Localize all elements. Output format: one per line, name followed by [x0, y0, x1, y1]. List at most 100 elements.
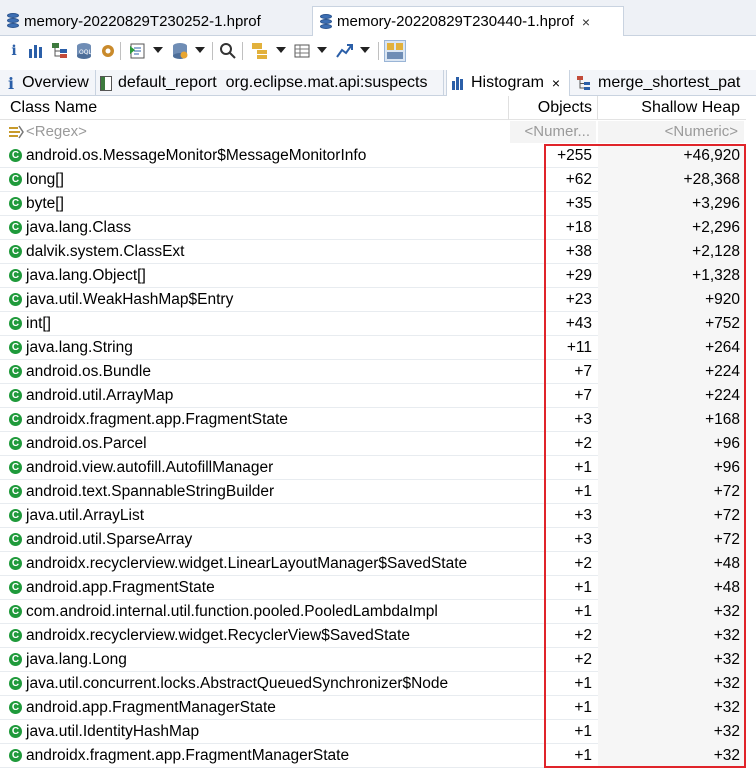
- class-name-cell: android.os.Bundle: [26, 363, 151, 380]
- class-name-filter-input[interactable]: <Regex>: [26, 121, 506, 143]
- table-row[interactable]: Ccom.android.internal.util.function.pool…: [0, 600, 756, 624]
- shallow-heap-cell: +168: [705, 411, 740, 428]
- class-icon: C: [9, 197, 22, 210]
- editor-tab-baseline-hprof[interactable]: memory-20220829T230252-1.hprof: [6, 6, 261, 36]
- table-row[interactable]: Candroid.util.SparseArray +3 +72: [0, 528, 756, 552]
- objects-cell: +29: [565, 267, 592, 284]
- class-name-cell: com.android.internal.util.function.poole…: [26, 603, 438, 620]
- run-report-icon[interactable]: [128, 40, 148, 62]
- table-row[interactable]: Candroidx.recyclerview.widget.LinearLayo…: [0, 552, 756, 576]
- table-row[interactable]: Cint[] +43 +752: [0, 312, 756, 336]
- objects-cell: +255: [557, 147, 592, 164]
- table-row[interactable]: Candroid.util.ArrayMap +7 +224: [0, 384, 756, 408]
- table-row[interactable]: Candroid.view.autofill.AutofillManager +1…: [0, 456, 756, 480]
- shallow-heap-cell: +32: [713, 747, 740, 764]
- tab-label: merge_shortest_pat: [598, 74, 741, 91]
- compare-icon[interactable]: [384, 40, 406, 62]
- class-icon: C: [9, 413, 22, 426]
- shallow-heap-cell: +46,920: [683, 147, 740, 164]
- run-report-dropdown[interactable]: [153, 47, 163, 53]
- export-icon[interactable]: [334, 40, 354, 62]
- table-row[interactable]: Candroid.os.MessageMonitor$MessageMonito…: [0, 144, 756, 168]
- class-name-cell: android.os.MessageMonitor$MessageMonitor…: [26, 147, 367, 164]
- table-row[interactable]: Cjava.lang.Long +2 +32: [0, 648, 756, 672]
- column-header-class-name[interactable]: Class Name: [10, 96, 97, 120]
- oql-icon[interactable]: OQL: [74, 40, 94, 62]
- table-row[interactable]: Cjava.util.WeakHashMap$Entry +23 +920: [0, 288, 756, 312]
- report-icon: [100, 75, 112, 91]
- table-row[interactable]: Candroid.os.Bundle +7 +224: [0, 360, 756, 384]
- class-icon: C: [9, 149, 22, 162]
- objects-cell: +1: [574, 723, 592, 740]
- table-row[interactable]: Cjava.lang.Object[] +29 +1,328: [0, 264, 756, 288]
- table-row[interactable]: Candroid.os.Parcel +2 +96: [0, 432, 756, 456]
- table-row[interactable]: Candroid.app.FragmentManagerState +1 +32: [0, 696, 756, 720]
- dominator-tree-icon[interactable]: [50, 40, 70, 62]
- heap-dump-overview-icon[interactable]: [98, 40, 118, 62]
- tab-histogram[interactable]: Histogram ×: [446, 70, 570, 96]
- class-name-cell: java.util.IdentityHashMap: [26, 723, 200, 740]
- table-row[interactable]: Cjava.lang.Class +18 +2,296: [0, 216, 756, 240]
- shallow-heap-cell: +96: [713, 435, 740, 452]
- table-row[interactable]: Cbyte[] +35 +3,296: [0, 192, 756, 216]
- group-by-icon[interactable]: [250, 40, 270, 62]
- calculate-retained-icon[interactable]: [292, 40, 312, 62]
- class-icon: C: [9, 557, 22, 570]
- table-row[interactable]: Clong[] +62 +28,368: [0, 168, 756, 192]
- objects-cell: +62: [565, 171, 592, 188]
- shallow-heap-filter-input[interactable]: <Numeric>: [598, 121, 744, 143]
- tab-overview[interactable]: i Overview: [4, 70, 96, 96]
- info-icon[interactable]: i: [4, 40, 24, 62]
- objects-cell: +3: [574, 507, 592, 524]
- objects-cell: +38: [565, 243, 592, 260]
- column-header-shallow-heap[interactable]: Shallow Heap: [598, 96, 740, 120]
- table-row[interactable]: Cjava.util.IdentityHashMap +1 +32: [0, 720, 756, 744]
- tab-default-report[interactable]: default_report org.eclipse.mat.api:suspe…: [96, 70, 444, 96]
- table-header: Class Name Objects Shallow Heap: [0, 96, 756, 120]
- table-row[interactable]: Cjava.util.concurrent.locks.AbstractQueu…: [0, 672, 756, 696]
- toolbar-separator: [212, 42, 213, 60]
- objects-cell: +1: [574, 675, 592, 692]
- table-row[interactable]: Candroidx.fragment.app.FragmentManagerSt…: [0, 744, 756, 768]
- column-header-objects[interactable]: Objects: [508, 96, 592, 120]
- query-browser-dropdown[interactable]: [195, 47, 205, 53]
- search-icon[interactable]: [218, 40, 238, 62]
- editor-tab-current-hprof[interactable]: memory-20220829T230440-1.hprof ×: [312, 6, 624, 36]
- group-by-dropdown[interactable]: [276, 47, 286, 53]
- vertical-scrollbar-gutter[interactable]: [746, 96, 756, 784]
- shallow-heap-cell: +224: [705, 363, 740, 380]
- class-name-cell: dalvik.system.ClassExt: [26, 243, 185, 260]
- class-name-cell: byte[]: [26, 195, 64, 212]
- class-name-cell: android.app.FragmentState: [26, 579, 215, 596]
- table-row[interactable]: Candroid.text.SpannableStringBuilder +1 +7…: [0, 480, 756, 504]
- class-icon: C: [9, 605, 22, 618]
- table-row[interactable]: Candroidx.fragment.app.FragmentState +3 +1…: [0, 408, 756, 432]
- table-row[interactable]: Cdalvik.system.ClassExt +38 +2,128: [0, 240, 756, 264]
- close-icon[interactable]: ×: [582, 14, 590, 30]
- class-icon: C: [9, 653, 22, 666]
- calculate-retained-dropdown[interactable]: [317, 47, 327, 53]
- table-row[interactable]: Cjava.util.ArrayList +3 +72: [0, 504, 756, 528]
- histogram-icon[interactable]: [26, 40, 46, 62]
- editor-tab-label: memory-20220829T230440-1.hprof: [337, 13, 574, 30]
- export-dropdown[interactable]: [360, 47, 370, 53]
- objects-cell: +1: [574, 699, 592, 716]
- objects-cell: +7: [574, 363, 592, 380]
- objects-cell: +3: [574, 531, 592, 548]
- class-icon: C: [9, 485, 22, 498]
- class-name-cell: android.util.SparseArray: [26, 531, 193, 548]
- shallow-heap-cell: +1,328: [692, 267, 740, 284]
- tab-merge-shortest-paths[interactable]: merge_shortest_pat: [572, 70, 756, 96]
- editor-tab-bar: memory-20220829T230252-1.hprof memory-20…: [0, 0, 756, 36]
- view-tab-bar: i Overview default_report org.eclipse.ma…: [0, 70, 756, 96]
- close-icon[interactable]: ×: [552, 75, 560, 91]
- objects-filter-input[interactable]: <Numer...: [510, 121, 596, 143]
- objects-cell: +2: [574, 627, 592, 644]
- class-icon: C: [9, 509, 22, 522]
- table-row[interactable]: Candroid.app.FragmentState +1 +48: [0, 576, 756, 600]
- query-browser-icon[interactable]: [170, 40, 190, 62]
- class-icon: C: [9, 749, 22, 762]
- table-row[interactable]: Cjava.lang.String +11 +264: [0, 336, 756, 360]
- table-row[interactable]: Candroidx.recyclerview.widget.RecyclerVi…: [0, 624, 756, 648]
- objects-cell: +11: [566, 339, 592, 356]
